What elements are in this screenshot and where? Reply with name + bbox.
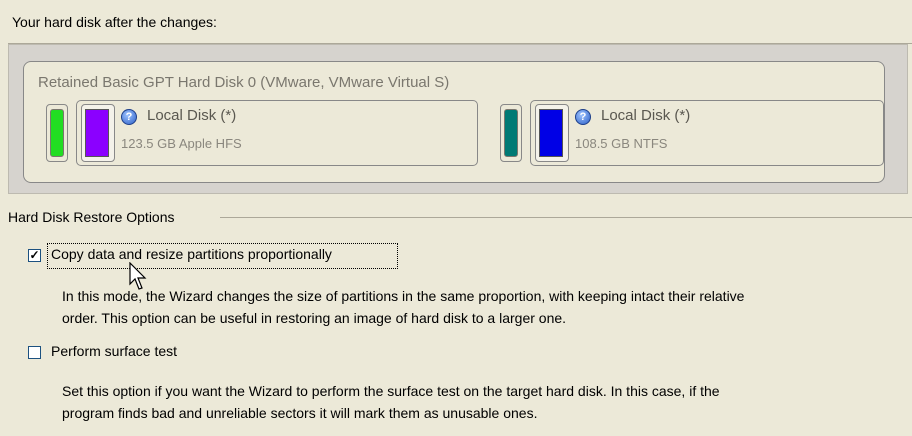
surface-test-description-line1: Set this option if you want the Wizard t… — [62, 383, 720, 399]
disk-preview-label: Your hard disk after the changes: — [12, 14, 217, 30]
surface-test-label[interactable]: Perform surface test — [51, 343, 177, 359]
partition-1-size: 123.5 GB Apple HFS — [121, 136, 242, 151]
partition-2-swatch-frame — [535, 104, 569, 162]
partition-1[interactable]: ? Local Disk (*) 123.5 GB Apple HFS — [76, 100, 478, 166]
small-partition-2[interactable] — [500, 104, 522, 162]
section-divider — [220, 217, 912, 218]
copy-resize-description-line1: In this mode, the Wizard changes the siz… — [62, 288, 745, 304]
disk-preview-area: Retained Basic GPT Hard Disk 0 (VMware, … — [8, 44, 908, 194]
copy-resize-checkbox[interactable]: ✓ — [28, 249, 41, 262]
surface-test-checkbox[interactable] — [28, 346, 41, 359]
mouse-cursor-icon — [129, 262, 147, 290]
partition-1-swatch — [85, 109, 109, 157]
help-icon: ? — [121, 109, 137, 125]
small-partition-2-swatch — [504, 109, 518, 157]
copy-resize-label[interactable]: Copy data and resize partitions proporti… — [51, 246, 332, 262]
restore-options-label: Hard Disk Restore Options — [8, 209, 179, 225]
small-partition-1-swatch — [50, 109, 64, 157]
partition-1-name: Local Disk (*) — [147, 107, 237, 124]
copy-resize-description-line2: order. This option can be useful in rest… — [62, 310, 567, 326]
partition-2-swatch — [539, 109, 563, 157]
partition-2[interactable]: ? Local Disk (*) 108.5 GB NTFS — [530, 100, 884, 166]
partition-2-name: Local Disk (*) — [601, 107, 691, 124]
help-icon: ? — [575, 109, 591, 125]
disk-title: Retained Basic GPT Hard Disk 0 (VMware, … — [38, 74, 450, 91]
partition-2-size: 108.5 GB NTFS — [575, 136, 668, 151]
surface-test-description-line2: program finds bad and unreliable sectors… — [62, 405, 538, 421]
partition-1-swatch-frame — [81, 104, 115, 162]
small-partition-1[interactable] — [46, 104, 68, 162]
disk-panel: Retained Basic GPT Hard Disk 0 (VMware, … — [23, 61, 885, 183]
